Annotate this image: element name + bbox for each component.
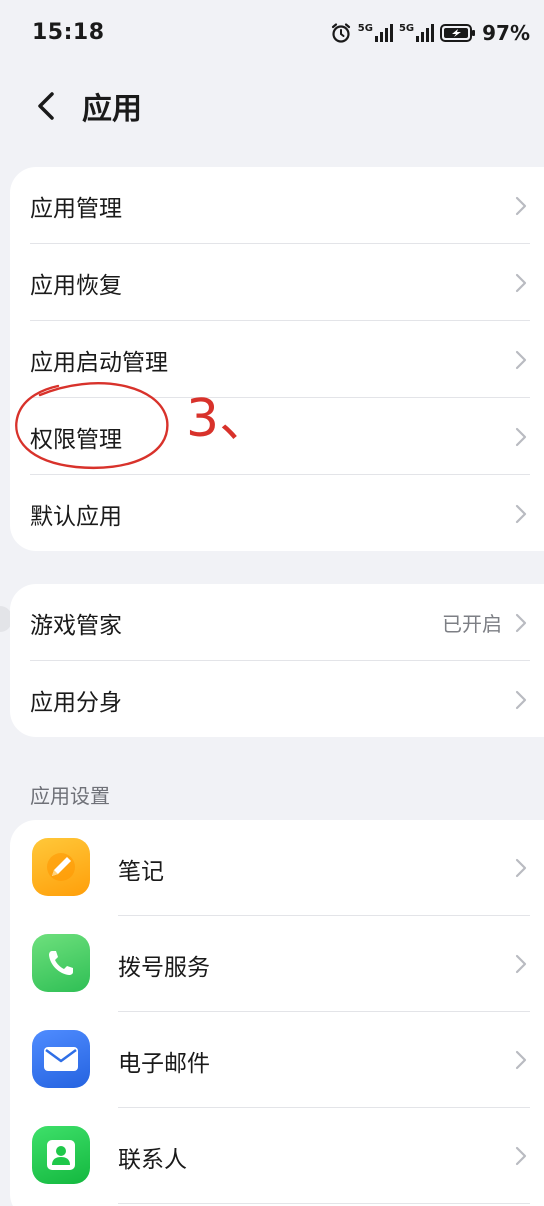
notes-icon bbox=[32, 838, 90, 896]
chevron-right-icon bbox=[515, 196, 527, 215]
row-app-recovery[interactable]: 应用恢复 bbox=[10, 244, 544, 321]
status-icons: 5G 5G 97% bbox=[330, 18, 530, 48]
row-label: 权限管理 bbox=[30, 426, 122, 453]
row-app-management[interactable]: 应用管理 bbox=[10, 167, 544, 244]
signal-2-label: 5G bbox=[398, 23, 415, 34]
signal-1: 5G bbox=[358, 24, 393, 42]
signal-2: 5G bbox=[398, 23, 435, 42]
chevron-right-icon bbox=[515, 954, 527, 974]
row-label: 默认应用 bbox=[30, 503, 122, 530]
row-app-startup-management[interactable]: 应用启动管理 bbox=[10, 321, 544, 398]
signal-1-label: 5G bbox=[357, 23, 373, 34]
row-default-apps[interactable]: 默认应用 bbox=[10, 475, 544, 551]
alarm-icon bbox=[331, 23, 350, 43]
app-row-contacts[interactable]: 联系人 bbox=[10, 1108, 544, 1204]
row-label: 应用恢复 bbox=[30, 272, 122, 299]
app-name: 笔记 bbox=[118, 859, 164, 885]
divider bbox=[118, 1203, 530, 1204]
section-label-app-settings: 应用设置 bbox=[30, 784, 110, 808]
battery-percentage: 97% bbox=[482, 21, 530, 45]
row-app-clone[interactable]: 应用分身 bbox=[10, 661, 544, 737]
chevron-right-icon bbox=[515, 350, 527, 369]
row-label: 游戏管家 bbox=[30, 612, 122, 639]
app-name: 拨号服务 bbox=[118, 955, 210, 981]
game-clone-card: 游戏管家 已开启 应用分身 bbox=[10, 584, 544, 737]
signal-bars-icon bbox=[416, 24, 435, 42]
back-button[interactable] bbox=[26, 86, 66, 126]
row-status-value: 已开启 bbox=[442, 612, 502, 636]
chevron-right-icon bbox=[515, 273, 527, 292]
app-settings-card: 笔记 拨号服务 电子邮件 联系人 bbox=[10, 820, 544, 1206]
signal-bars-icon bbox=[374, 24, 393, 42]
row-label: 应用启动管理 bbox=[30, 349, 168, 376]
mail-icon bbox=[32, 1030, 90, 1088]
status-time: 15:18 bbox=[32, 20, 105, 45]
contacts-icon bbox=[32, 1126, 90, 1184]
chevron-right-icon bbox=[515, 427, 527, 446]
app-row-notes[interactable]: 笔记 bbox=[10, 820, 544, 916]
page-title: 应用 bbox=[82, 92, 142, 127]
row-label: 应用分身 bbox=[30, 689, 122, 716]
chevron-right-icon bbox=[515, 1146, 527, 1166]
row-permission-management[interactable]: 权限管理 bbox=[10, 398, 544, 475]
chevron-left-icon bbox=[38, 92, 54, 120]
app-row-email[interactable]: 电子邮件 bbox=[10, 1012, 544, 1108]
app-name: 联系人 bbox=[118, 1147, 187, 1173]
battery-charging-icon bbox=[440, 24, 476, 42]
phone-icon bbox=[32, 934, 90, 992]
chevron-right-icon bbox=[515, 613, 527, 632]
status-bar: 15:18 5G 5G 97% bbox=[0, 0, 544, 66]
app-management-card: 应用管理 应用恢复 应用启动管理 权限管理 默认应用 bbox=[10, 167, 544, 551]
page-header: 应用 bbox=[0, 72, 544, 138]
app-name: 电子邮件 bbox=[118, 1051, 210, 1077]
app-row-dialer[interactable]: 拨号服务 bbox=[10, 916, 544, 1012]
row-game-manager[interactable]: 游戏管家 已开启 bbox=[10, 584, 544, 661]
chevron-right-icon bbox=[515, 858, 527, 878]
row-label: 应用管理 bbox=[30, 195, 122, 222]
chevron-right-icon bbox=[515, 504, 527, 523]
chevron-right-icon bbox=[515, 1050, 527, 1070]
chevron-right-icon bbox=[515, 690, 527, 709]
